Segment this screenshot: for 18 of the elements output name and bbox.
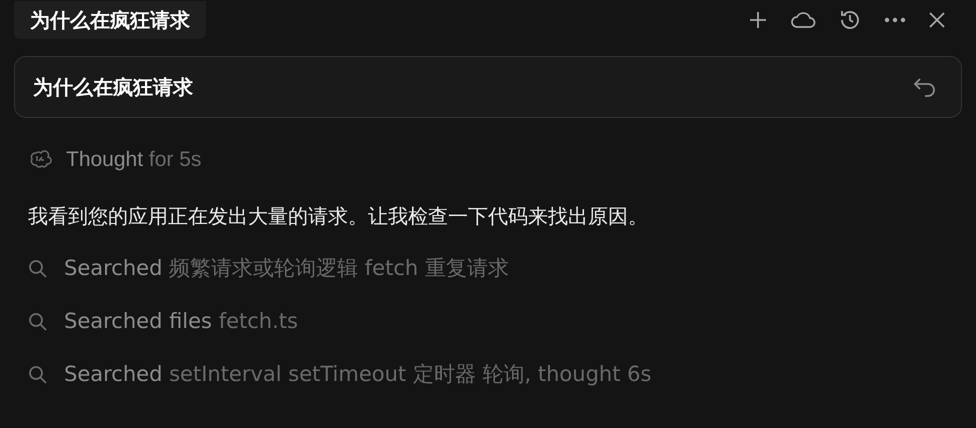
- chat-tab[interactable]: 为什么在疯狂请求: [14, 1, 206, 39]
- search-step[interactable]: Searched files fetch.ts: [64, 306, 298, 338]
- search-icon: [28, 312, 48, 332]
- query-text: 为什么在疯狂请求: [33, 74, 193, 101]
- search-icon: [28, 258, 48, 278]
- cloud-icon[interactable]: [790, 11, 816, 29]
- search-step[interactable]: Searched 频繁请求或轮询逻辑 fetch 重复请求: [64, 252, 509, 284]
- undo-icon[interactable]: [913, 76, 937, 98]
- message-text: 我看到您的应用正在发出大量的请求。让我检查一下代码来找出原因。: [28, 203, 649, 230]
- query-field[interactable]: 为什么在疯狂请求: [14, 56, 962, 118]
- search-icon: [28, 364, 48, 384]
- history-icon[interactable]: [838, 8, 862, 32]
- thought-status[interactable]: Thought for 5s: [66, 144, 202, 176]
- brain-icon: [28, 150, 52, 170]
- plus-icon[interactable]: [748, 10, 768, 30]
- search-step[interactable]: Searched setInterval setTimeout 定时器 轮询, thought 6s: [64, 358, 652, 390]
- more-icon[interactable]: [884, 17, 906, 23]
- close-icon[interactable]: [928, 11, 946, 29]
